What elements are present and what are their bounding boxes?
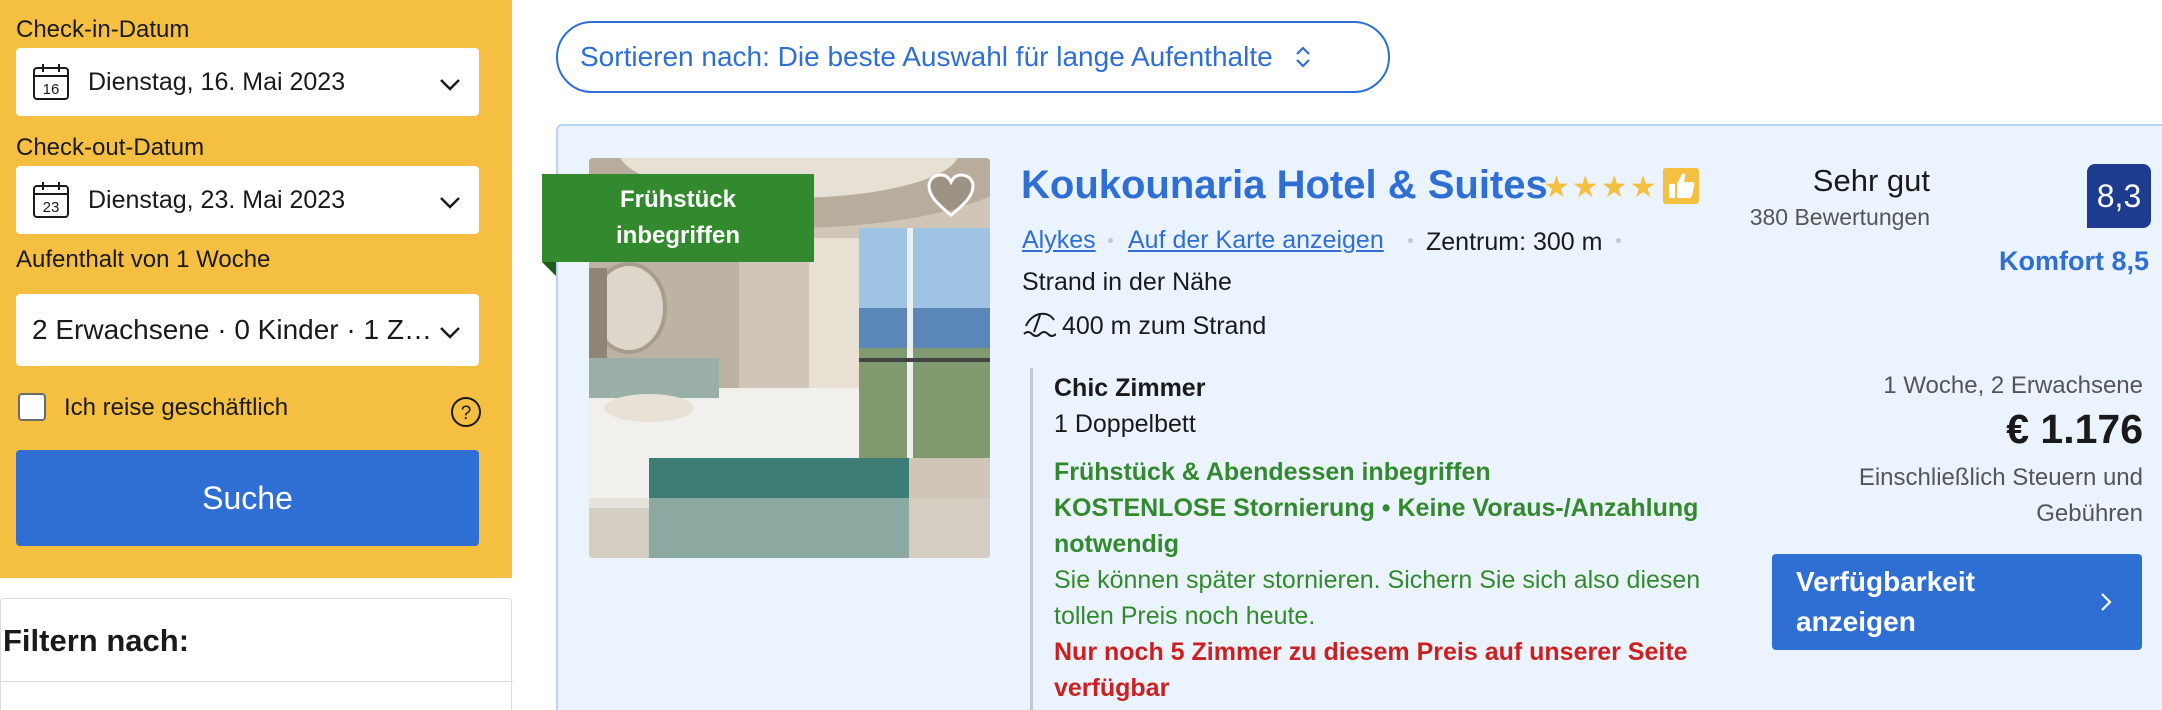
map-link[interactable]: Auf der Karte anzeigen [1128,226,1384,255]
location-link[interactable]: Alykes [1022,226,1096,255]
checkin-label: Check-in-Datum [16,16,190,43]
business-checkbox[interactable] [18,393,46,421]
cancellation-note: Sie können später stornieren. Sichern Si… [1054,566,1701,630]
cancellation-info: KOSTENLOSE Stornierung • Keine Voraus-/A… [1054,494,1699,558]
tax-note: Einschließlich Steuern und Gebühren [1858,464,2143,527]
search-panel: Check-in-Datum 16 Dienstag, 16. Mai 2023… [0,0,512,578]
room-bed: 1 Doppelbett [1054,410,1196,438]
badge-fold [542,262,556,276]
chevron-right-icon [2101,593,2112,611]
separator-dot [1408,238,1413,243]
checkout-date-value: Dienstag, 23. Mai 2023 [88,185,346,214]
help-icon[interactable]: ? [450,396,482,428]
beach-icon [1023,312,1056,337]
business-checkbox-label[interactable]: Ich reise geschäftlich [64,394,288,422]
price: € 1.176 [2006,406,2143,452]
comfort-score: Komfort 8,5 [1998,246,2149,276]
chevron-down-icon [440,79,460,91]
search-button[interactable]: Suche [16,450,479,546]
review-score[interactable]: 8,3 [2087,164,2151,228]
checkin-date-value: Dienstag, 16. Mai 2023 [88,67,346,96]
filter-panel: Filtern nach: [0,598,513,710]
checkin-date-field[interactable]: 16 Dienstag, 16. Mai 2023 [16,48,479,116]
beach-distance: 400 m zum Strand [1062,312,1267,340]
guests-value: 2 Erwachsene · 0 Kinder · 1 Zimmer [32,314,432,345]
calendar-icon: 23 [33,182,69,218]
chevron-down-icon [440,327,460,339]
svg-text:?: ? [461,403,472,424]
meal-info: Frühstück & Abendessen inbegriffen [1054,458,1491,486]
stay-length: Aufenthalt von 1 Woche [16,246,271,273]
sort-icon [1295,46,1310,68]
center-distance: Zentrum: 300 m [1426,228,1603,256]
badge-line-2: inbegriffen [616,222,740,249]
rating-word: Sehr gut [1812,163,1930,198]
checkout-date-field[interactable]: 23 Dienstag, 23. Mai 2023 [16,166,479,234]
scarcity-notice: Nur noch 5 Zimmer zu diesem Preis auf un… [1054,638,1688,702]
sort-button[interactable]: Sortieren nach: Die beste Auswahl für la… [556,21,1390,93]
thumbs-up-icon [1663,168,1699,204]
beach-nearby: Strand in der Nähe [1022,268,1232,296]
breakfast-badge: Frühstück inbegriffen [542,174,814,262]
star-rating: ★★★★ [1543,171,1659,204]
hotel-name[interactable]: Koukounaria Hotel & Suites [1021,163,1548,208]
filter-title: Filtern nach: [3,623,190,658]
stay-info: 1 Woche, 2 Erwachsene [1883,372,2143,399]
separator-dot [1108,238,1113,243]
availability-button-label: Verfügbarkeit anzeigen [1796,566,1975,637]
divider [1,681,513,682]
review-count[interactable]: 380 Bewertungen [1750,204,1930,231]
room-divider [1030,368,1033,710]
sort-label: Sortieren nach: Die beste Auswahl für la… [580,41,1273,72]
calendar-icon: 16 [33,64,69,100]
badge-line-1: Frühstück [619,186,736,213]
calendar-day: 23 [43,199,60,216]
room-name: Chic Zimmer [1054,374,1206,402]
checkout-label: Check-out-Datum [16,134,205,161]
heart-icon[interactable] [926,172,976,218]
guests-selector[interactable]: 2 Erwachsene · 0 Kinder · 1 Zimmer [16,294,479,366]
chevron-down-icon [440,197,460,209]
separator-dot [1616,238,1621,243]
calendar-day: 16 [43,81,60,98]
availability-button[interactable]: Verfügbarkeit anzeigen [1772,554,2142,650]
